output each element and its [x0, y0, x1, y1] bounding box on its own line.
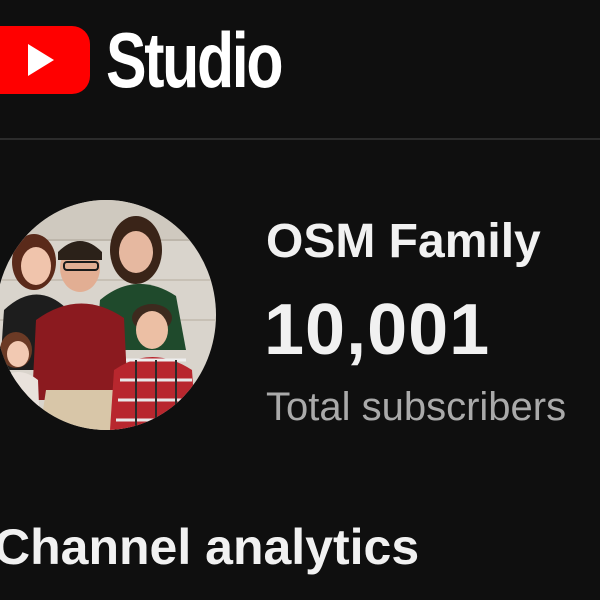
- channel-avatar[interactable]: [0, 200, 216, 430]
- app-title: Studio: [106, 16, 284, 104]
- header-divider: [0, 138, 600, 140]
- channel-name: OSM Family: [266, 215, 541, 268]
- app-header: Studio: [0, 0, 600, 140]
- youtube-logo-icon[interactable]: [0, 26, 90, 94]
- studio-page: Studio OSM Family 10,001 Total subscribe…: [0, 0, 600, 600]
- section-title-channel-analytics: Channel analytics: [0, 519, 420, 575]
- subscriber-label: Total subscribers: [266, 385, 567, 429]
- subscriber-count: 10,001: [264, 290, 491, 370]
